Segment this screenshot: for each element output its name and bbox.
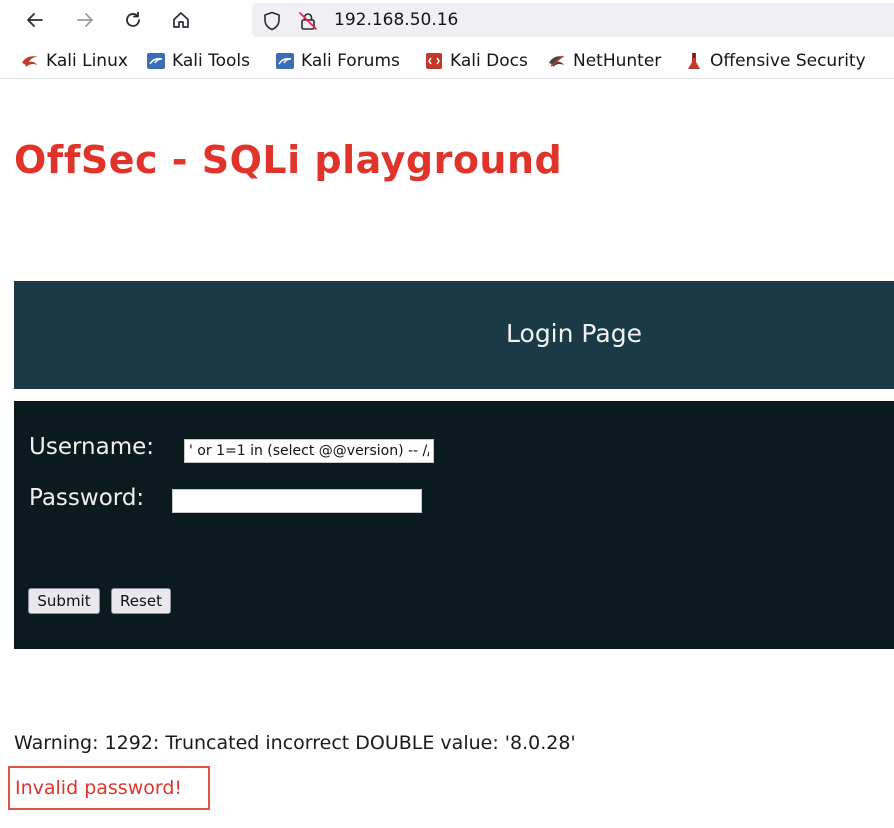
page-title: OffSec - SQLi playground bbox=[14, 138, 563, 182]
bookmark-kali-linux[interactable]: Kali Linux bbox=[20, 50, 128, 72]
login-form: Username: Password: Submit Reset bbox=[14, 401, 894, 649]
sql-warning-message: Warning: 1292: Truncated incorrect DOUBL… bbox=[14, 732, 576, 754]
error-message-box: Invalid password! bbox=[8, 766, 210, 810]
username-label: Username: bbox=[29, 434, 154, 460]
login-header-title: Login Page bbox=[506, 319, 642, 348]
bookmarks-toolbar: Kali Linux Kali Tools Kali Forums Kali D… bbox=[0, 44, 894, 79]
kali-forums-icon bbox=[275, 51, 295, 71]
back-icon[interactable] bbox=[22, 7, 48, 33]
password-label: Password: bbox=[29, 485, 145, 511]
kali-tools-icon bbox=[146, 51, 166, 71]
shield-icon[interactable] bbox=[262, 11, 282, 31]
bookmark-kali-forums[interactable]: Kali Forums bbox=[275, 50, 400, 72]
submit-button[interactable]: Submit bbox=[28, 588, 100, 614]
bookmark-offensive-security[interactable]: Offensive Security bbox=[684, 50, 866, 72]
url-text[interactable]: 192.168.50.16 bbox=[334, 10, 458, 30]
nethunter-icon bbox=[547, 51, 567, 71]
bookmark-kali-docs[interactable]: Kali Docs bbox=[424, 50, 528, 72]
home-icon[interactable] bbox=[168, 7, 194, 33]
error-message: Invalid password! bbox=[15, 777, 183, 799]
address-bar[interactable]: 192.168.50.16 bbox=[252, 3, 894, 37]
login-header: Login Page bbox=[14, 281, 894, 389]
password-input[interactable] bbox=[172, 489, 422, 513]
insecure-lock-icon[interactable] bbox=[298, 11, 318, 31]
bookmark-kali-tools[interactable]: Kali Tools bbox=[146, 50, 250, 72]
forward-icon[interactable] bbox=[72, 7, 98, 33]
username-input[interactable] bbox=[184, 439, 434, 463]
reset-button[interactable]: Reset bbox=[111, 588, 171, 614]
reload-icon[interactable] bbox=[120, 7, 146, 33]
browser-toolbar: 192.168.50.16 bbox=[0, 0, 894, 40]
kali-dragon-icon bbox=[20, 51, 40, 71]
kali-docs-icon bbox=[424, 51, 444, 71]
offsec-icon bbox=[684, 51, 704, 71]
bookmark-nethunter[interactable]: NetHunter bbox=[547, 50, 661, 72]
